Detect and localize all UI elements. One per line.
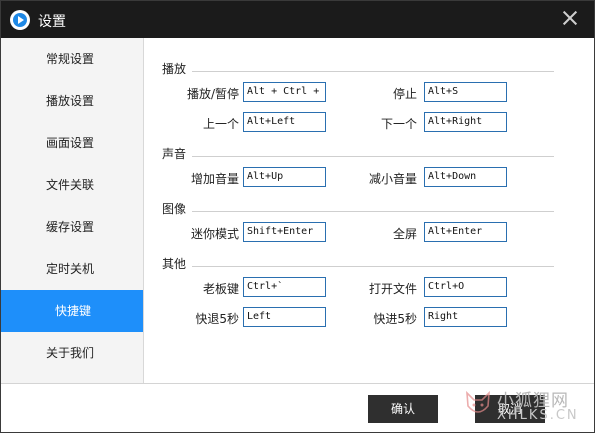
next-shortcut-input[interactable]: Alt+Right (424, 112, 507, 132)
forward-shortcut-input[interactable]: Right (424, 307, 507, 327)
label-play-pause: 播放/暂停 (186, 87, 239, 101)
divider (192, 71, 554, 72)
section-title-playback: 播放 (162, 62, 187, 76)
sidebar-item-about[interactable]: 关于我们 (1, 332, 143, 374)
label-open-file: 打开文件 (368, 282, 417, 296)
sidebar-item-general[interactable]: 常规设置 (1, 38, 143, 80)
shortcut-settings-panel: 播放 播放/暂停 Alt + Ctrl + 停止 Alt+S 上一个 Alt+L… (144, 38, 594, 383)
stop-shortcut-input[interactable]: Alt+S (424, 82, 507, 102)
section-title-image: 图像 (162, 202, 187, 216)
fullscreen-shortcut-input[interactable]: Alt+Enter (424, 222, 507, 242)
label-next: 下一个 (380, 117, 417, 131)
confirm-button[interactable]: 确认 (368, 395, 438, 423)
section-title-other: 其他 (162, 257, 187, 271)
label-prev: 上一个 (202, 117, 239, 131)
settings-window: 设置 常规设置 播放设置 画面设置 文件关联 缓存设置 定时关机 快捷键 关于我… (0, 0, 595, 433)
label-mini-mode: 迷你模式 (190, 227, 239, 241)
label-rewind: 快退5秒 (195, 312, 239, 326)
watermark: 小狐狸网 XHLKS.CN (459, 383, 594, 432)
label-boss-key: 老板键 (202, 282, 239, 296)
watermark-text-en: XHLKS.CN (497, 408, 579, 423)
app-logo-icon (10, 10, 30, 30)
close-icon[interactable] (560, 8, 580, 28)
fox-logo-icon (466, 390, 490, 413)
divider (192, 156, 554, 157)
label-volume-up: 增加音量 (190, 172, 239, 186)
section-title-sound: 声音 (162, 147, 187, 161)
open-file-shortcut-input[interactable]: Ctrl+O (424, 277, 507, 297)
divider (192, 211, 554, 212)
title-bar: 设置 (1, 1, 594, 38)
label-fullscreen: 全屏 (392, 227, 417, 241)
divider (192, 266, 554, 267)
label-volume-down: 减小音量 (368, 172, 417, 186)
window-title: 设置 (38, 14, 66, 30)
label-forward: 快进5秒 (373, 312, 417, 326)
label-stop: 停止 (392, 87, 417, 101)
volume-down-shortcut-input[interactable]: Alt+Down (424, 167, 507, 187)
